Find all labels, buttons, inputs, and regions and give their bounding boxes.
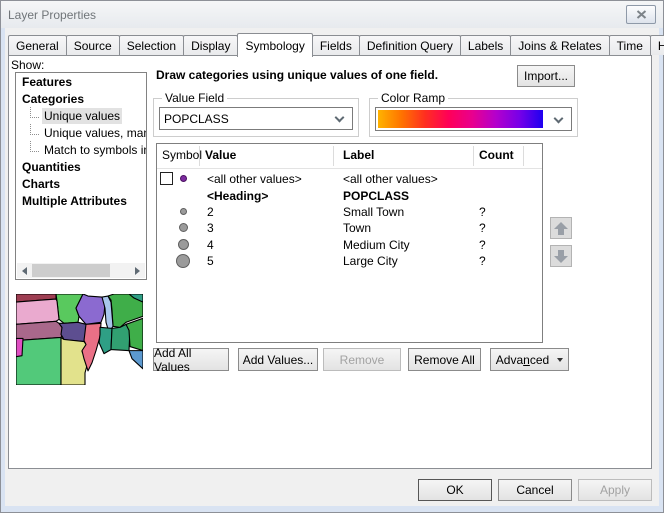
chevron-down-icon [554,114,564,124]
column-symbol: Symbol [162,148,202,162]
add-all-values-button[interactable]: Add All Values [153,348,229,371]
tree-elbow-icon [30,124,39,135]
value-field-label: Value Field [162,91,227,105]
symbology-page: Show: Features Categories Unique values … [8,55,652,469]
tab-symbology[interactable]: Symbology [237,33,312,57]
color-ramp-label: Color Ramp [378,91,448,105]
value-field-value: POPCLASS [160,112,229,126]
apply-button[interactable]: Apply [578,479,652,501]
page-heading: Draw categories using unique values of o… [156,68,438,82]
tree-item-match-to-symbols[interactable]: Match to symbols in a [16,142,146,158]
point-symbol-icon[interactable] [180,208,187,215]
tab-time[interactable]: Time [609,35,651,55]
point-symbol-icon[interactable] [176,254,190,268]
show-tree: Features Categories Unique values Unique… [15,72,147,280]
tree-item-multiple-attributes[interactable]: Multiple Attributes [16,193,146,209]
close-button[interactable] [626,5,656,24]
tab-labels[interactable]: Labels [460,35,511,55]
tab-source[interactable]: Source [66,35,120,55]
table-row[interactable]: 4 Medium City ? [157,237,542,253]
color-ramp-combo[interactable] [375,107,572,131]
add-values-button[interactable]: Add Values... [238,348,318,371]
tab-definition-query[interactable]: Definition Query [359,35,461,55]
tab-html-popup[interactable]: HTML Popup [650,35,664,55]
map-state [16,338,23,356]
arrow-up-icon [554,222,568,229]
column-count: Count [479,148,514,162]
tree-elbow-icon [30,107,39,118]
title-bar[interactable]: Layer Properties [1,1,663,28]
table-row[interactable]: 2 Small Town ? [157,204,542,220]
move-up-button[interactable] [550,217,572,239]
layer-properties-dialog: Layer Properties General Source Selectio… [0,0,664,513]
column-value: Value [205,148,236,162]
tree-item-quantities[interactable]: Quantities [16,159,146,175]
point-symbol-icon[interactable] [179,223,188,232]
tab-strip: General Source Selection Display Symbolo… [8,33,664,55]
map-state [111,324,130,350]
scrollbar-thumb[interactable] [32,264,110,277]
tab-fields[interactable]: Fields [312,35,360,55]
values-table-header: Symbol Value Label Count [157,144,542,169]
tree-item-categories[interactable]: Categories [16,91,146,107]
all-other-values-checkbox[interactable] [160,172,173,185]
table-row-all-other-values[interactable]: <all other values> <all other values> [157,171,542,187]
tab-selection[interactable]: Selection [119,35,184,55]
tree-item-unique-values[interactable]: Unique values [16,108,146,124]
color-ramp-group: Color Ramp [369,98,578,137]
value-field-group: Value Field POPCLASS [153,98,359,137]
tab-display[interactable]: Display [183,35,238,55]
dropdown-caret-icon [557,358,563,362]
column-label: Label [343,148,374,162]
tree-item-features[interactable]: Features [16,74,146,90]
window-title: Layer Properties [8,8,96,22]
dialog-footer: OK Cancel Apply [418,479,652,501]
tree-item-charts[interactable]: Charts [16,176,146,192]
tab-general[interactable]: General [8,35,67,55]
arrow-up-icon [558,229,564,235]
import-button[interactable]: Import... [517,65,575,87]
arrow-down-icon [554,256,568,263]
scroll-left-icon[interactable] [17,263,32,278]
ok-button[interactable]: OK [418,479,492,501]
chevron-down-icon [335,113,345,123]
tree-elbow-icon [30,141,39,152]
show-label: Show: [11,58,44,72]
map-state [16,299,59,324]
scroll-right-icon[interactable] [130,263,145,278]
table-row[interactable]: 3 Town ? [157,220,542,236]
point-symbol-icon[interactable] [178,239,189,250]
point-symbol-icon[interactable] [180,175,187,182]
map-preview [16,294,143,385]
tree-horizontal-scrollbar[interactable] [17,263,145,278]
values-table: Symbol Value Label Count <all other valu… [156,143,543,343]
remove-button[interactable]: Remove [323,348,401,371]
tab-joins-relates[interactable]: Joins & Relates [510,35,609,55]
close-icon [636,10,647,19]
tree-item-unique-values-many[interactable]: Unique values, many [16,125,146,141]
cancel-button[interactable]: Cancel [498,479,572,501]
move-down-button[interactable] [550,245,572,267]
table-row[interactable]: 5 Large City ? [157,253,542,269]
table-row-heading[interactable]: <Heading> POPCLASS [157,188,542,204]
map-state [61,337,88,385]
color-ramp-gradient [378,110,543,128]
dialog-body: General Source Selection Display Symbolo… [5,28,659,506]
value-field-combo[interactable]: POPCLASS [159,107,353,130]
advanced-button[interactable]: Advanced [490,348,569,371]
remove-all-button[interactable]: Remove All [408,348,481,371]
